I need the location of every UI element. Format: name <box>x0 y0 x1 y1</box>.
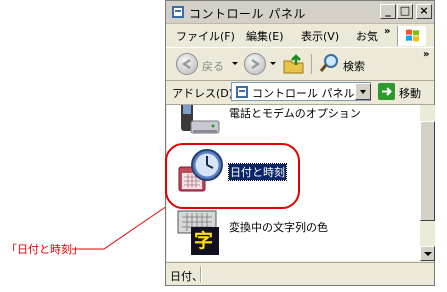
list-item[interactable]: 字 変換中の文字列の色 <box>177 207 377 257</box>
windows-logo-icon <box>397 26 426 46</box>
status-separator <box>200 266 202 282</box>
toolbar-overflow-chevron[interactable]: » <box>423 49 429 60</box>
menu-bar: ファイル(F) 編集(E) 表示(V) お気 » <box>166 24 434 46</box>
address-label: アドレス(D) <box>172 87 234 100</box>
list-item[interactable]: 電話とモデムのオプション <box>177 105 377 139</box>
address-dropdown-button[interactable] <box>355 83 371 100</box>
back-button[interactable] <box>176 53 198 75</box>
back-label: 戻る <box>202 60 224 73</box>
go-label[interactable]: 移動 <box>399 85 421 101</box>
menu-favorites[interactable]: お気 <box>356 28 378 44</box>
address-field[interactable]: コントロール パネル <box>231 82 371 101</box>
forward-dropdown-icon[interactable] <box>270 62 276 65</box>
status-bar: 日付、 <box>166 262 434 286</box>
go-button[interactable] <box>378 83 395 100</box>
menu-edit[interactable]: 編集(E) <box>246 28 284 44</box>
folder-up-icon[interactable] <box>282 53 306 75</box>
maximize-button[interactable]: □ <box>397 4 413 19</box>
address-bar: アドレス(D) コントロール パネル 移動 <box>166 80 434 105</box>
forward-button[interactable] <box>244 53 266 75</box>
toolbar: 戻る 検索 » <box>166 47 434 81</box>
minimize-button[interactable]: _ <box>380 4 396 19</box>
scroll-down-button[interactable] <box>420 246 435 261</box>
window-title: コントロール パネル <box>189 7 306 21</box>
menu-view[interactable]: 表示(V) <box>301 28 339 44</box>
keyboard-ji-glyph: 字 <box>194 230 214 252</box>
close-button[interactable]: × <box>416 4 432 19</box>
item-label-phone-modem: 電話とモデムのオプション <box>229 107 361 120</box>
search-icon[interactable] <box>318 52 340 74</box>
scroll-down-arrow-icon <box>424 252 432 256</box>
address-control-panel-icon <box>236 86 248 98</box>
scrollbar-thumb[interactable] <box>420 121 435 221</box>
title-bar[interactable]: コントロール パネル _ □ × <box>166 1 434 24</box>
vertical-scrollbar[interactable] <box>420 105 435 261</box>
back-dropdown-icon[interactable] <box>232 62 238 65</box>
item-label-conversion-color: 変換中の文字列の色 <box>229 221 328 234</box>
control-panel-icon <box>172 6 184 18</box>
search-label[interactable]: 検索 <box>343 58 365 74</box>
chevron-down-icon <box>360 90 366 94</box>
menu-file[interactable]: ファイル(F) <box>176 28 235 44</box>
status-text: 日付、 <box>170 270 203 283</box>
callout-highlight-ring <box>165 143 300 209</box>
toolbar-separator <box>311 54 312 74</box>
phone-modem-icon <box>181 105 220 134</box>
address-value: コントロール パネル <box>252 87 355 100</box>
menu-overflow-chevron[interactable]: » <box>384 26 390 37</box>
go-arrow-icon <box>382 87 392 96</box>
forward-arrow-icon <box>251 58 261 70</box>
back-arrow-icon <box>181 58 191 70</box>
